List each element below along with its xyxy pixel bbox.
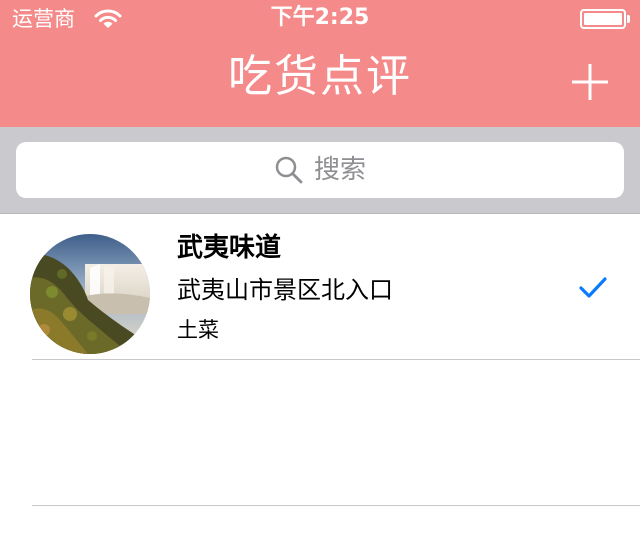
status-bar: 运营商 下午2:25 (0, 0, 640, 40)
navigation-header: 运营商 下午2:25 吃货点评 (0, 0, 640, 127)
restaurant-name: 武夷味道 (177, 233, 282, 263)
restaurant-address: 武夷山市景区北入口 (177, 276, 393, 304)
plus-icon (572, 64, 608, 100)
battery-tip (627, 15, 630, 23)
status-time: 下午2:25 (270, 5, 370, 30)
checkmark-icon (579, 277, 607, 298)
search-icon (275, 156, 303, 184)
restaurant-photo (30, 234, 150, 354)
search-input[interactable]: 搜索 (16, 142, 624, 198)
add-button[interactable] (566, 58, 614, 106)
battery-icon (580, 9, 626, 29)
page-title: 吃货点评 (228, 51, 412, 102)
search-bar: 搜索 (0, 127, 640, 214)
list-item[interactable]: 武夷味道 武夷山市景区北入口 土菜 (0, 214, 640, 360)
restaurant-category: 土菜 (177, 318, 219, 342)
search-placeholder: 搜索 (313, 155, 366, 185)
row-separator (32, 359, 640, 360)
row-separator (32, 505, 640, 506)
